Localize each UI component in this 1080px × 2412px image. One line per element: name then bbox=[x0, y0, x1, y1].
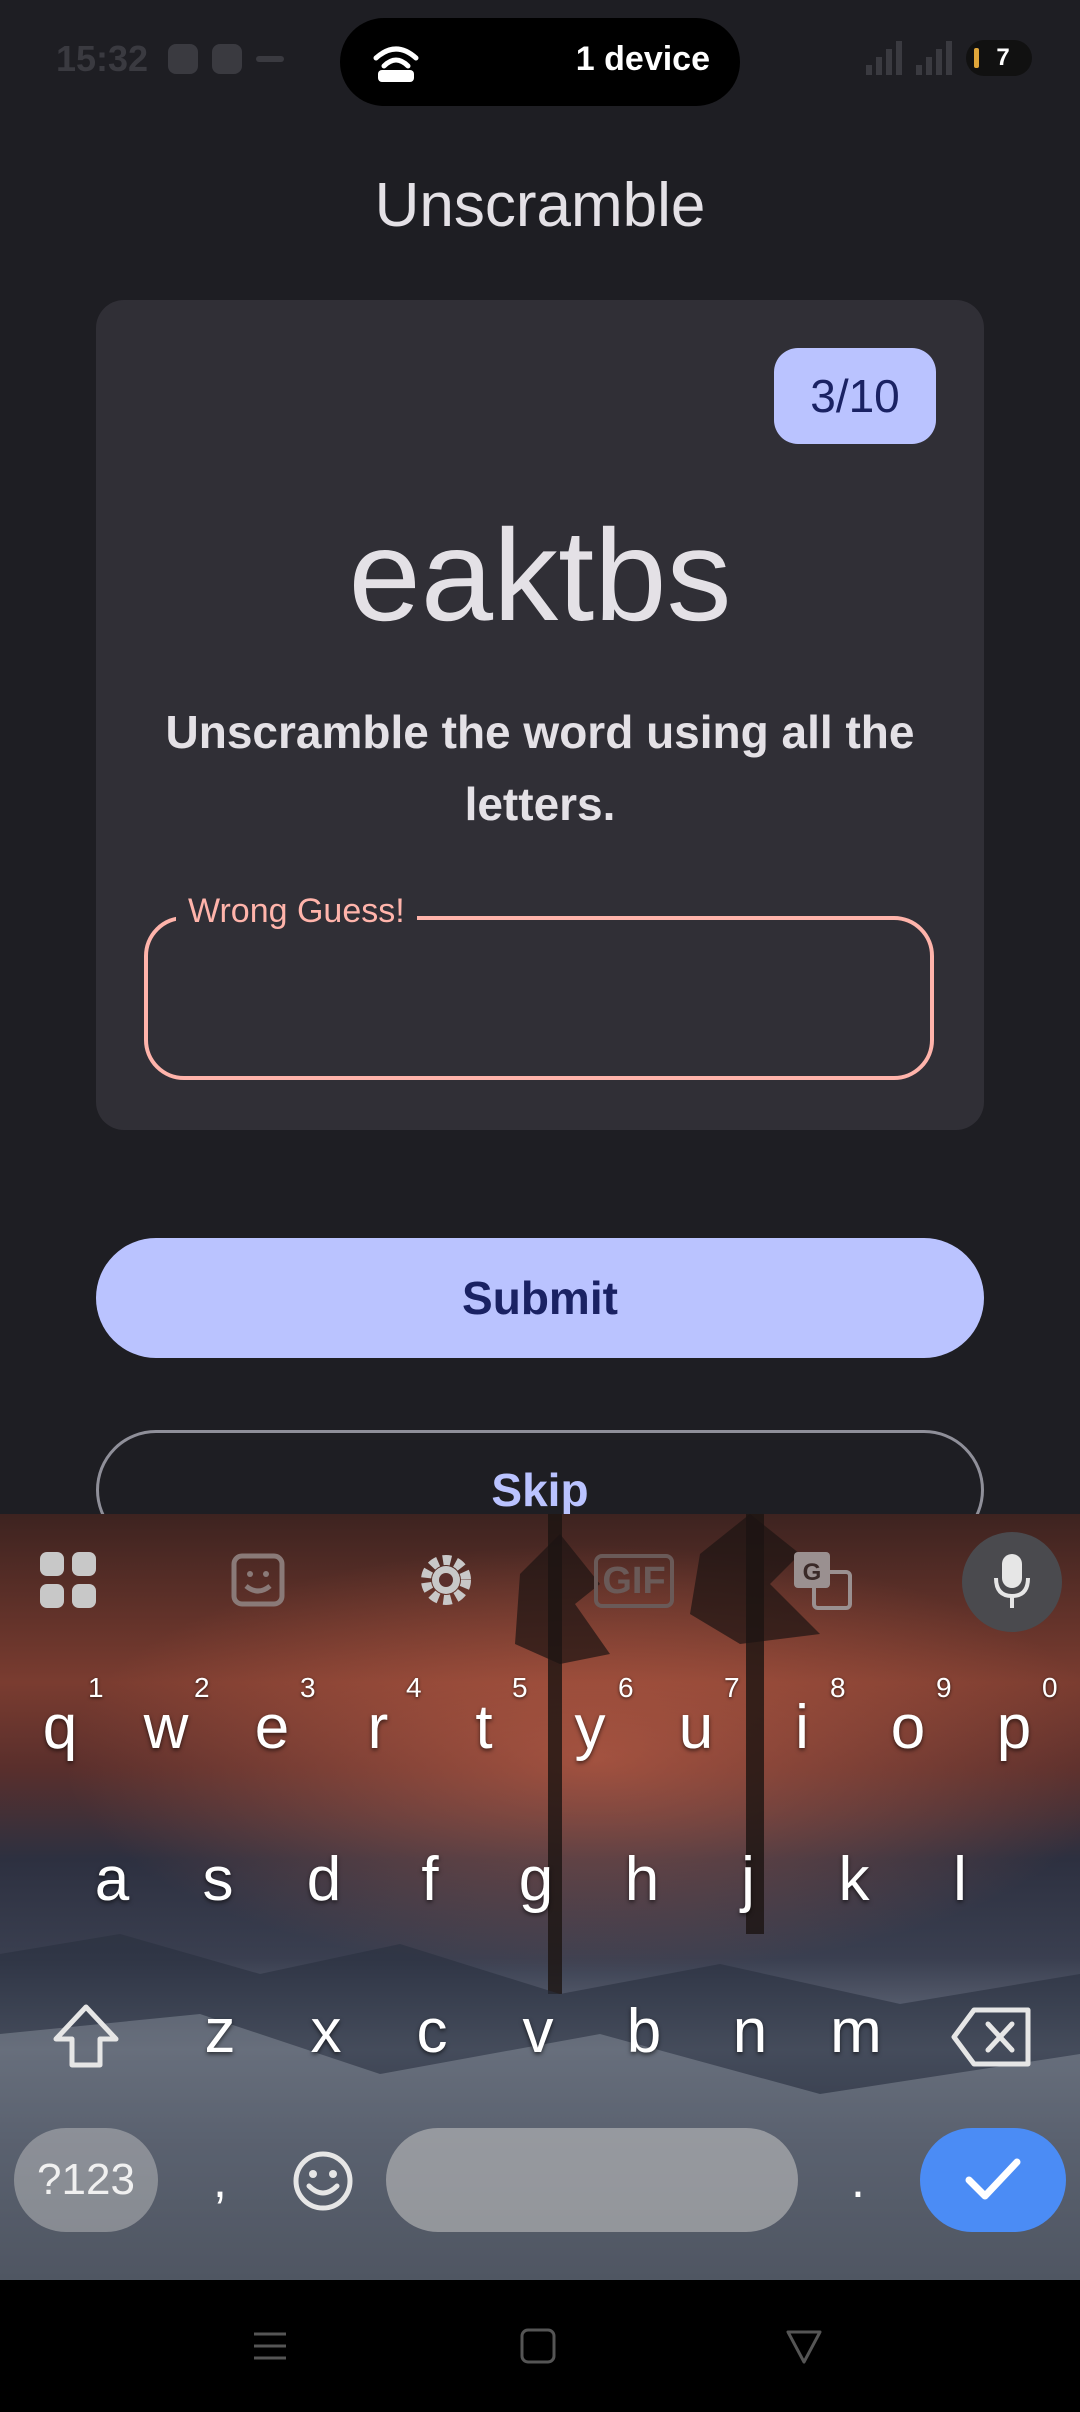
status-time: 15:32 bbox=[56, 38, 149, 79]
key-g[interactable]: g bbox=[486, 1820, 586, 1940]
key-hint-5: 5 bbox=[512, 1672, 528, 1703]
microphone-icon bbox=[994, 1554, 1030, 1608]
key-hint-4: 4 bbox=[406, 1672, 422, 1703]
apps-grid-icon[interactable] bbox=[36, 1548, 100, 1612]
space-key[interactable] bbox=[386, 2128, 798, 2232]
key-b[interactable]: b bbox=[594, 1972, 694, 2092]
key-hint-0: 0 bbox=[1042, 1672, 1058, 1703]
back-icon[interactable] bbox=[782, 2324, 826, 2368]
battery-icon: 7 bbox=[966, 40, 1032, 76]
menu-icon[interactable] bbox=[248, 2324, 292, 2368]
emoji-key[interactable] bbox=[292, 2150, 354, 2212]
key-m[interactable]: m bbox=[806, 1972, 906, 2092]
key-a[interactable]: a bbox=[62, 1820, 162, 1940]
key-hint-9: 9 bbox=[936, 1672, 952, 1703]
status-bar: 15:32 1 device 7 bbox=[0, 0, 1080, 124]
checkmark-icon bbox=[965, 2158, 1021, 2200]
key-j[interactable]: j bbox=[698, 1820, 798, 1940]
hotspot-pill[interactable]: 1 device bbox=[340, 18, 740, 106]
key-hint-7: 7 bbox=[724, 1672, 740, 1703]
hotspot-icon bbox=[373, 46, 419, 82]
notification-icons bbox=[168, 44, 284, 74]
key-h[interactable]: h bbox=[592, 1820, 692, 1940]
scrambled-word: eaktbs bbox=[348, 502, 732, 648]
system-icons: 7 bbox=[866, 40, 1032, 76]
comma-key[interactable]: , bbox=[190, 2128, 250, 2232]
sticker-icon[interactable] bbox=[226, 1548, 290, 1612]
battery-level: 7 bbox=[996, 44, 1010, 71]
key-x[interactable]: x bbox=[276, 1972, 376, 2092]
keyboard: GIF G q1w2e3r4t5y6u7i8o9p0 asdfghjkl zxc… bbox=[0, 1514, 1080, 2280]
shift-key[interactable] bbox=[50, 2001, 122, 2073]
app-icon bbox=[212, 44, 242, 74]
svg-text:G: G bbox=[803, 1559, 822, 1586]
game-card: 3/10 eaktbs Unscramble the word using al… bbox=[96, 300, 984, 1130]
key-z[interactable]: z bbox=[170, 1972, 270, 2092]
signal-icon bbox=[866, 41, 902, 75]
key-k[interactable]: k bbox=[804, 1820, 904, 1940]
device-count: 1 device bbox=[575, 40, 710, 78]
key-s[interactable]: s bbox=[168, 1820, 268, 1940]
progress-badge: 3/10 bbox=[774, 348, 936, 444]
more-icon bbox=[256, 56, 284, 62]
key-l[interactable]: l bbox=[910, 1820, 1010, 1940]
settings-gear-icon[interactable] bbox=[414, 1548, 478, 1612]
guess-field[interactable]: Wrong Guess! bbox=[144, 892, 934, 1080]
key-n[interactable]: n bbox=[700, 1972, 800, 2092]
period-key[interactable]: . bbox=[828, 2128, 888, 2232]
page-title: Unscramble bbox=[374, 171, 706, 240]
key-hint-2: 2 bbox=[194, 1672, 210, 1703]
microphone-button[interactable] bbox=[962, 1532, 1062, 1632]
backspace-key[interactable] bbox=[950, 2006, 1034, 2068]
instructions-text: Unscramble the word using all the letter… bbox=[165, 706, 915, 830]
key-hint-8: 8 bbox=[830, 1672, 846, 1703]
keyboard-toolbar: GIF G bbox=[0, 1514, 1080, 1646]
key-c[interactable]: c bbox=[382, 1972, 482, 2092]
key-hint-3: 3 bbox=[300, 1672, 316, 1703]
navigation-bar bbox=[0, 2280, 1080, 2412]
key-hint-6: 6 bbox=[618, 1672, 634, 1703]
gif-icon[interactable]: GIF bbox=[594, 1554, 674, 1608]
key-f[interactable]: f bbox=[380, 1820, 480, 1940]
guess-error-label: Wrong Guess! bbox=[176, 892, 417, 931]
guess-input[interactable] bbox=[180, 960, 900, 1040]
symbols-mode-key[interactable]: ?123 bbox=[14, 2128, 158, 2232]
chat-icon bbox=[168, 44, 198, 74]
submit-button[interactable]: Submit bbox=[96, 1238, 984, 1358]
home-icon[interactable] bbox=[516, 2324, 560, 2368]
enter-key[interactable] bbox=[920, 2128, 1066, 2232]
key-v[interactable]: v bbox=[488, 1972, 588, 2092]
key-d[interactable]: d bbox=[274, 1820, 374, 1940]
signal-icon-2 bbox=[916, 41, 952, 75]
key-hint-1: 1 bbox=[88, 1672, 104, 1703]
translate-icon[interactable]: G bbox=[790, 1548, 854, 1612]
